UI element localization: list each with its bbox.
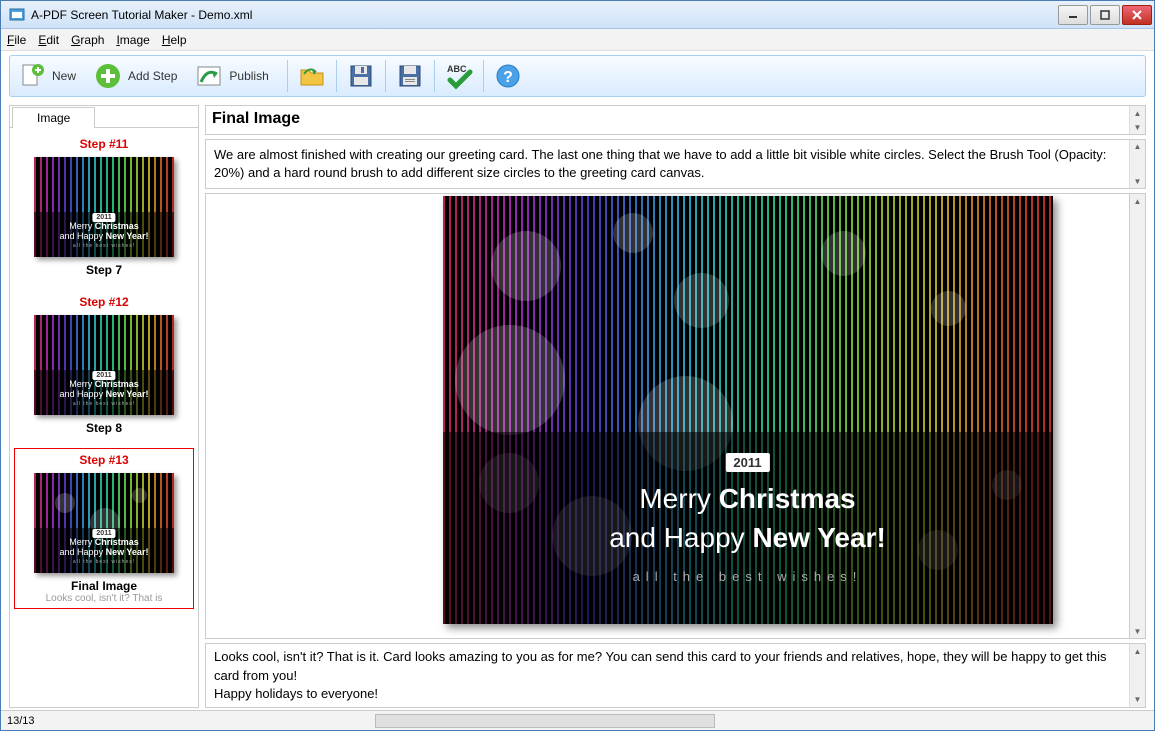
card-wishes: all the best wishes! [443, 569, 1053, 584]
app-window: A-PDF Screen Tutorial Maker - Demo.xml F… [0, 0, 1155, 731]
svg-text:?: ? [503, 69, 513, 86]
window-title: A-PDF Screen Tutorial Maker - Demo.xml [31, 8, 1058, 22]
step-number: Step #12 [19, 295, 189, 309]
page-title: Final Image [206, 106, 1129, 134]
horizontal-scrollbar[interactable] [375, 714, 715, 728]
menu-file[interactable]: File [7, 33, 26, 47]
save-as-button[interactable] [390, 58, 430, 94]
toolbar: New Add Step Publish [9, 55, 1146, 97]
card-line2: and Happy New Year! [443, 522, 1053, 554]
image-scrollbar[interactable]: ▲▼ [1130, 193, 1146, 639]
save-button[interactable] [341, 58, 381, 94]
new-icon [18, 62, 46, 90]
statusbar: 13/13 [1, 710, 1154, 730]
publish-button[interactable]: Publish [191, 58, 282, 94]
menu-image[interactable]: Image [116, 33, 149, 47]
step-item-selected[interactable]: Step #13 2011 Merry Christmas and Happy … [14, 448, 194, 609]
save-as-icon [396, 62, 424, 90]
step-thumbnail: 2011 Merry Christmas and Happy New Year!… [34, 473, 174, 573]
help-icon: ? [494, 62, 522, 90]
step-label: Step 8 [19, 421, 189, 435]
help-button[interactable]: ? [488, 58, 528, 94]
step-number: Step #11 [19, 137, 189, 151]
publish-icon [195, 62, 223, 90]
save-icon [347, 62, 375, 90]
description-box: We are almost finished with creating our… [205, 139, 1146, 189]
tab-image[interactable]: Image [12, 107, 95, 128]
open-button[interactable] [292, 58, 332, 94]
spellcheck-icon: ABC [444, 62, 474, 90]
app-icon [9, 7, 25, 23]
step-label: Step 7 [19, 263, 189, 277]
menubar: File Edit Graph Image Help [1, 29, 1154, 51]
maximize-button[interactable] [1090, 5, 1120, 25]
main-title-row: Final Image ▲▼ [205, 105, 1146, 135]
footer-text: Looks cool, isn't it? That is it. Card l… [214, 648, 1123, 703]
greeting-card-image: 2011 Merry Christmas and Happy New Year!… [443, 196, 1053, 624]
title-scrollbar[interactable]: ▲▼ [1129, 106, 1145, 134]
step-thumbnail: 2011 Merry Christmas and Happy New Year!… [34, 157, 174, 257]
status-counter: 13/13 [7, 715, 35, 727]
footer-box: Looks cool, isn't it? That is it. Card l… [205, 643, 1146, 708]
card-line1: Merry Christmas [443, 483, 1053, 515]
svg-text:ABC: ABC [447, 64, 467, 74]
step-subtitle: Looks cool, isn't it? That is [19, 593, 189, 604]
toolbar-separator [483, 60, 484, 92]
description-text: We are almost finished with creating our… [214, 146, 1123, 182]
folder-open-icon [298, 62, 326, 90]
toolbar-separator [385, 60, 386, 92]
close-button[interactable] [1122, 5, 1152, 25]
add-step-label: Add Step [128, 69, 177, 83]
publish-label: Publish [229, 69, 268, 83]
spellcheck-button[interactable]: ABC [439, 58, 479, 94]
desc-scrollbar[interactable]: ▲▼ [1129, 140, 1145, 188]
step-number: Step #13 [19, 453, 189, 467]
main-image-area: 2011 Merry Christmas and Happy New Year!… [205, 193, 1130, 639]
add-step-icon [94, 62, 122, 90]
toolbar-separator [434, 60, 435, 92]
titlebar: A-PDF Screen Tutorial Maker - Demo.xml [1, 1, 1154, 29]
toolbar-separator [287, 60, 288, 92]
menu-graph[interactable]: Graph [71, 33, 104, 47]
sidebar-content[interactable]: Step #11 2011 Merry Christmas and Happy … [10, 128, 198, 707]
step-item[interactable]: Step #12 2011 Merry Christmas and Happy … [14, 290, 194, 440]
step-label: Final Image [19, 579, 189, 593]
step-thumbnail: 2011 Merry Christmas and Happy New Year!… [34, 315, 174, 415]
menu-help[interactable]: Help [162, 33, 187, 47]
new-button[interactable]: New [14, 58, 90, 94]
new-label: New [52, 69, 76, 83]
toolbar-container: New Add Step Publish [1, 51, 1154, 101]
window-controls [1058, 5, 1152, 25]
sidebar-tabs: Image [10, 106, 198, 128]
menu-edit[interactable]: Edit [38, 33, 59, 47]
work-area: Image Step #11 2011 Merry Christmas and … [1, 101, 1154, 710]
sidebar: Image Step #11 2011 Merry Christmas and … [9, 105, 199, 708]
toolbar-separator [336, 60, 337, 92]
footer-scrollbar[interactable]: ▲▼ [1129, 644, 1145, 707]
main-image-row: 2011 Merry Christmas and Happy New Year!… [205, 193, 1146, 639]
add-step-button[interactable]: Add Step [90, 58, 191, 94]
card-year: 2011 [725, 453, 769, 472]
step-item[interactable]: Step #11 2011 Merry Christmas and Happy … [14, 132, 194, 282]
minimize-button[interactable] [1058, 5, 1088, 25]
main-panel: Final Image ▲▼ We are almost finished wi… [205, 105, 1146, 708]
